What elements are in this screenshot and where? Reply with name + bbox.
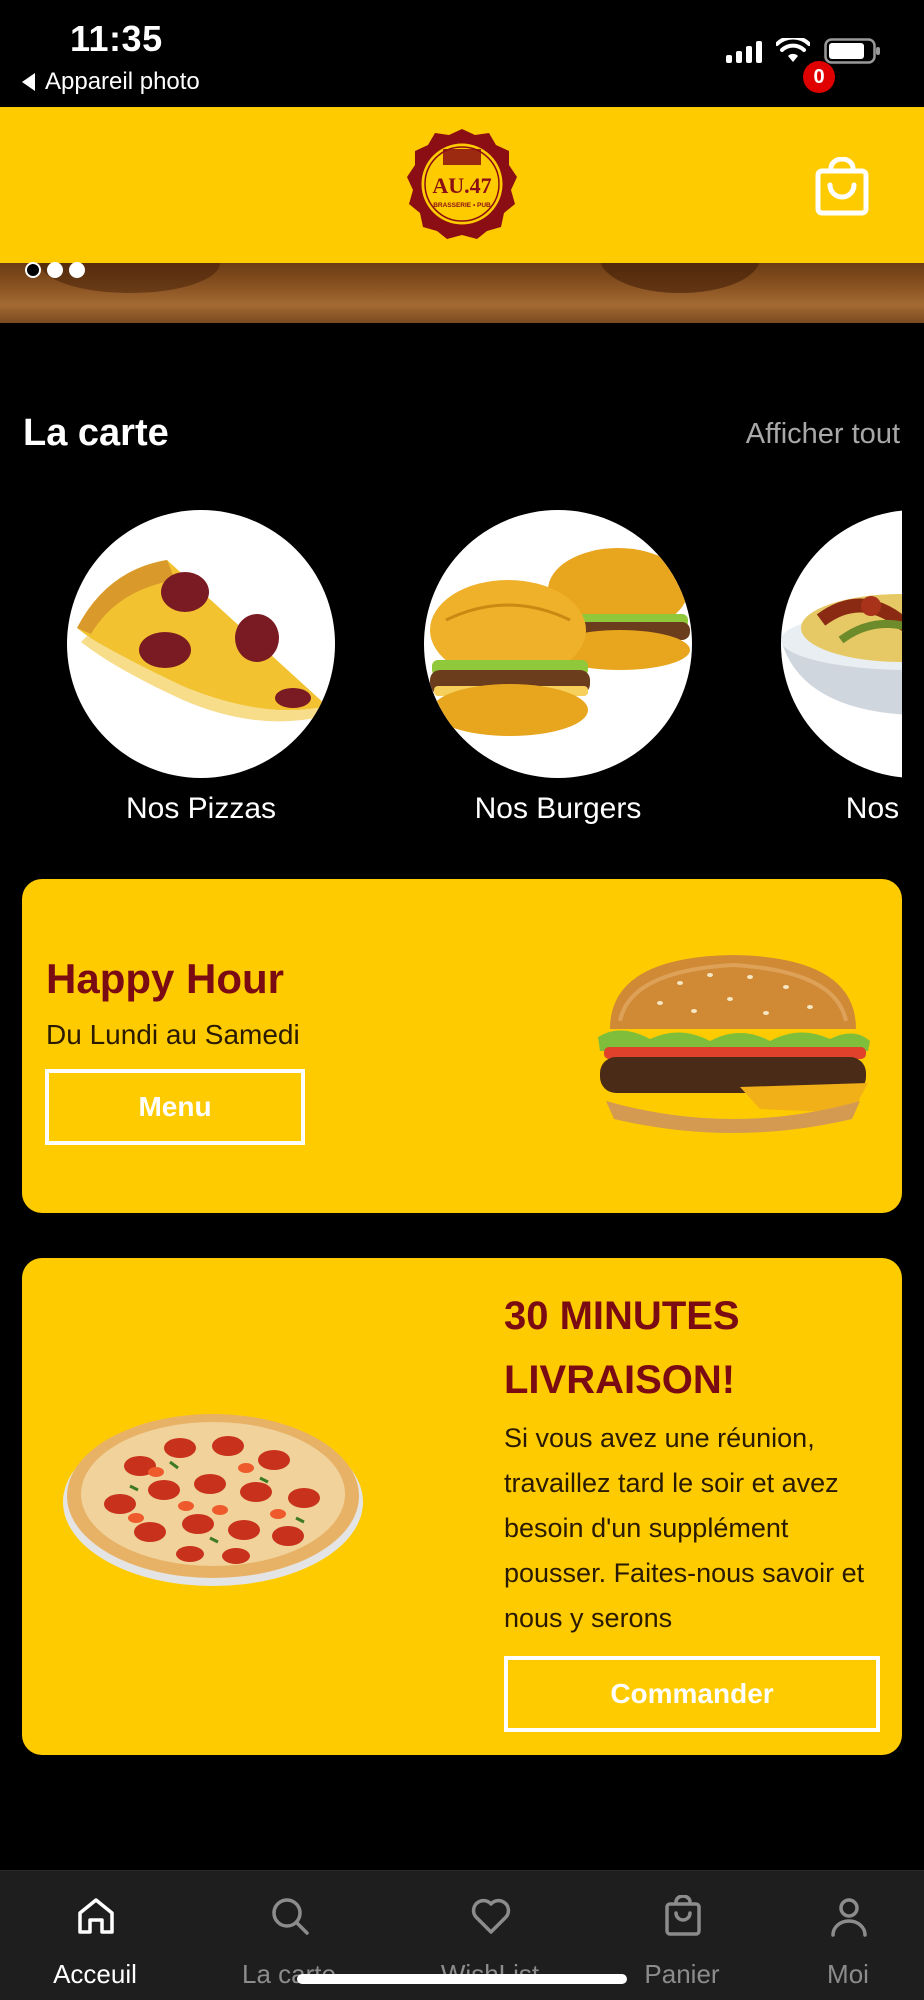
back-label: Appareil photo [45,68,200,95]
pagination-dot[interactable] [47,262,63,278]
cellular-signal-icon [726,39,762,63]
happy-hour-title: Happy Hour [46,955,285,1002]
status-time: 11:35 [70,18,163,59]
wifi-icon [776,38,810,62]
pasta-bowl-icon [781,510,902,778]
pizza-image [63,1414,363,1586]
pagination-dot[interactable] [25,262,41,278]
promo-banner[interactable] [0,263,924,323]
banner-pagination [25,262,85,278]
tab-label: Moi [827,1959,869,1989]
category-pizzas[interactable]: Nos Pizzas [67,510,337,840]
category-burgers[interactable]: Nos Burgers [424,510,694,840]
status-bar: 11:35 Appareil photo [0,0,924,107]
svg-text:BRASSERIE • PUB: BRASSERIE • PUB [433,202,491,209]
happy-hour-card[interactable]: Happy Hour Du Lundi au Samedi Menu [22,879,902,1213]
menu-section-title: La carte [23,412,169,454]
tab-label: Acceuil [53,1959,137,1989]
back-to-app-link[interactable]: Appareil photo [22,68,200,96]
order-button[interactable]: Commander [504,1656,880,1732]
home-indicator[interactable] [297,1974,627,1984]
user-icon [831,1898,867,1937]
search-icon [272,1898,309,1935]
burgers-icon [424,510,692,778]
status-indicators [726,38,882,64]
happy-hour-subtitle: Du Lundi au Samedi [46,1019,300,1050]
category-label: Nos Pâtes [845,792,902,825]
app-header: AU.47 BRASSERIE • PUB [0,107,924,263]
category-label: Nos Pizzas [125,792,277,825]
tab-home[interactable]: Acceuil [3,1871,187,2000]
view-all-link[interactable]: Afficher tout [746,418,900,451]
delivery-description: Si vous avez une réunion, travaillez tar… [504,1423,865,1633]
category-label: Nos Burgers [474,792,642,825]
burger-image [598,955,870,1133]
svg-text:AU.47: AU.47 [432,173,491,198]
heart-icon [471,1898,511,1934]
home-icon [78,1898,114,1934]
cart-count-badge: 0 [803,61,835,93]
category-pasta[interactable]: Nos Pâtes [781,510,902,840]
pagination-dot[interactable] [69,262,85,278]
back-arrow-icon [22,73,35,91]
delivery-title: 30 MINUTES LIVRAISON! [504,1294,740,1402]
bag-icon [665,1895,701,1936]
category-carousel[interactable]: Nos Pizzas Nos Burgers Nos [0,500,902,850]
cart-bag-icon[interactable] [800,157,870,217]
menu-button[interactable]: Menu [45,1069,305,1145]
tab-moi[interactable]: Moi [756,1871,924,2000]
battery-icon [824,38,880,64]
pizza-slice-icon [67,510,335,778]
delivery-card[interactable]: 30 MINUTES LIVRAISON! Si vous avez une r… [22,1258,902,1755]
au47-logo[interactable]: AU.47 BRASSERIE • PUB [405,127,519,241]
